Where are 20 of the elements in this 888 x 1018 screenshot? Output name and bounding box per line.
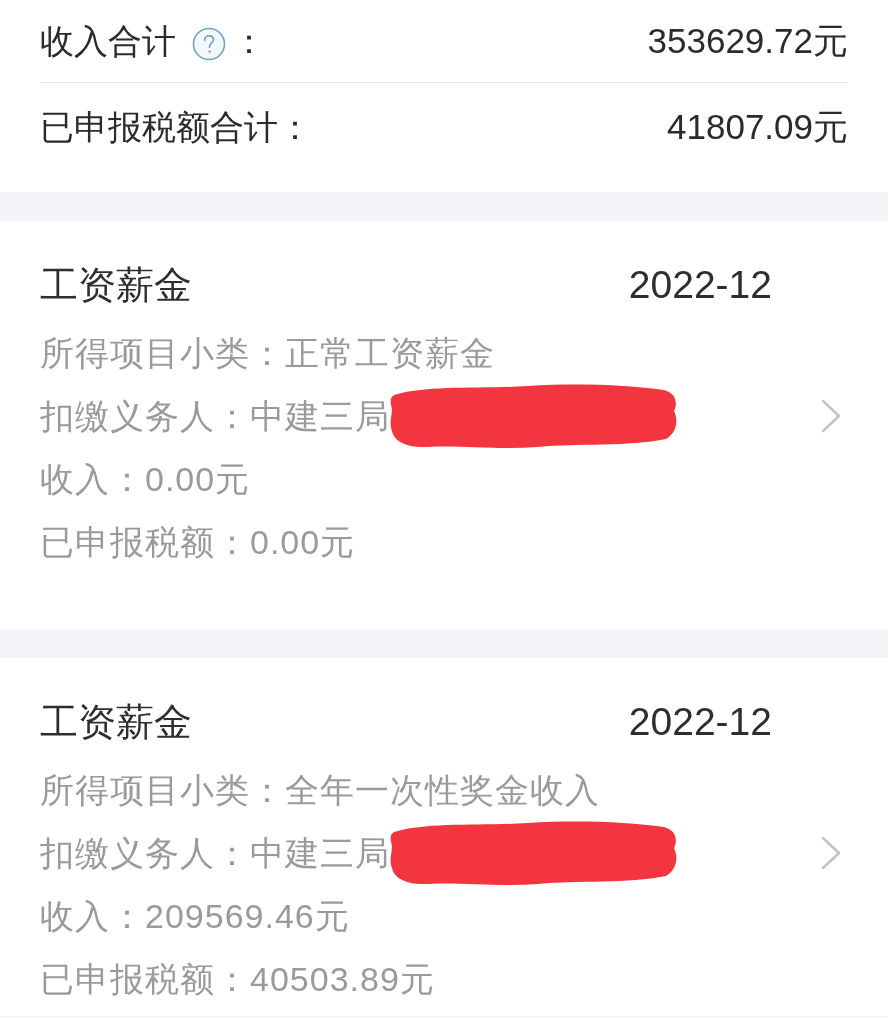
record-detail: 扣缴义务人：中建三局	[40, 832, 390, 873]
record-title: 工资薪金	[40, 263, 192, 307]
label-colon: ：	[232, 21, 266, 61]
summary-value: 41807.09元	[667, 107, 848, 147]
record-detail: 收入：0.00元	[40, 458, 251, 499]
summary-value: 353629.72元	[647, 21, 848, 61]
record-detail: 已申报税额：40503.89元	[40, 958, 435, 999]
summary-label: 已申报税额合计：	[40, 107, 312, 147]
record-detail: 所得项目小类：正常工资薪金	[40, 332, 495, 373]
income-record-card[interactable]: 工资薪金 2022-12 所得项目小类：正常工资薪金 扣缴义务人：中建三局 收入：0.00元 已申报税额：0.00元	[0, 221, 888, 629]
record-detail: 所得项目小类：全年一次性奖金收入	[40, 769, 600, 810]
record-detail: 扣缴义务人：中建三局	[40, 395, 390, 436]
record-detail: 收入：209569.46元	[40, 895, 350, 936]
record-title: 工资薪金	[40, 700, 192, 744]
help-icon[interactable]	[192, 27, 226, 61]
record-period: 2022-12	[628, 700, 772, 744]
record-period: 2022-12	[628, 263, 772, 307]
record-detail: 已申报税额：0.00元	[40, 521, 356, 562]
summary-label: 收入合计	[40, 21, 176, 61]
income-record-card[interactable]: 工资薪金 2022-12 所得项目小类：全年一次性奖金收入 扣缴义务人：中建三局 收入：209569.46元 已申报税额：40503.89元	[0, 658, 888, 1016]
